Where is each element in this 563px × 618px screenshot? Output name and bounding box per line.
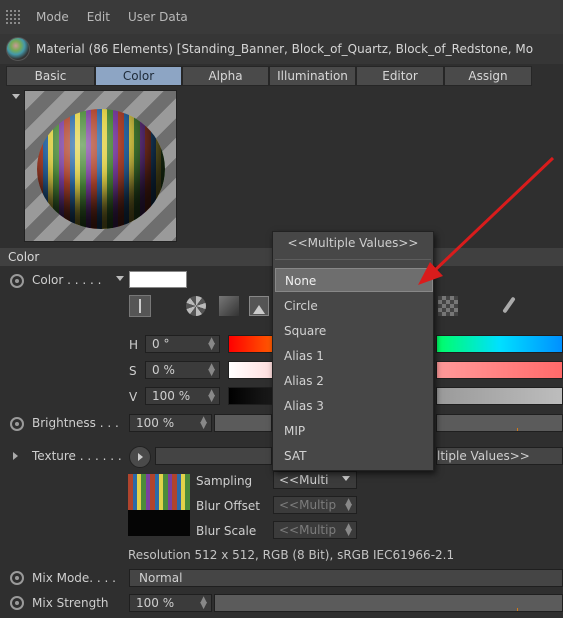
annotation-arrow: [418, 156, 555, 285]
annotation-arrow-line: [430, 156, 555, 275]
